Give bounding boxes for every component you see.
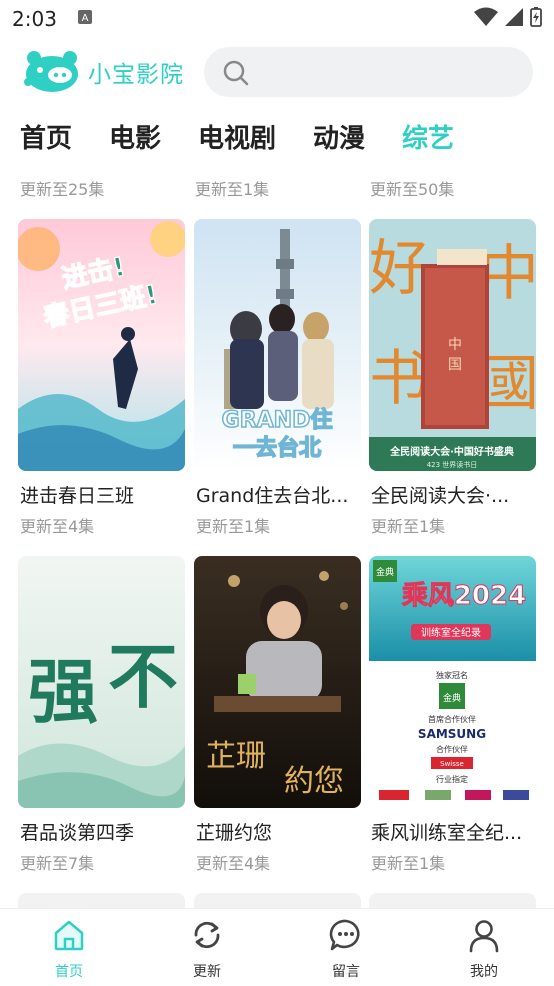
svg-text:强: 强 bbox=[28, 650, 98, 733]
card-update-text: 更新至4集 bbox=[20, 517, 95, 536]
svg-text:训练室全纪录: 训练室全纪录 bbox=[421, 626, 481, 639]
app-header: 小宝影院 bbox=[0, 44, 554, 100]
card-title: 乘风训练室全纪... bbox=[371, 822, 523, 844]
bottom-nav-updates[interactable]: 更新 bbox=[167, 917, 247, 981]
video-card[interactable]: 强 不 君品谈第四季 更新至7集 bbox=[18, 556, 185, 873]
tab-anime[interactable]: 动漫 bbox=[313, 118, 365, 155]
card-update-text: 更新至50集 bbox=[370, 180, 455, 199]
tab-movies[interactable]: 电影 bbox=[109, 118, 161, 155]
bottom-nav: 首页 更新 留言 我的 bbox=[0, 908, 554, 986]
home-icon[interactable] bbox=[51, 920, 87, 957]
bottom-nav-label: 我的 bbox=[470, 964, 498, 980]
video-poster[interactable]: 金典 乘风2024 训练室全纪录 独家冠名 金典 首席合作伙伴 SAMSUNG … bbox=[369, 556, 536, 808]
video-card[interactable]: 芷珊 約您 芷珊约您 更新至4集 bbox=[194, 556, 361, 873]
signal-icon bbox=[504, 7, 524, 31]
card-update-text: 更新至25集 bbox=[20, 180, 105, 199]
svg-text:A: A bbox=[82, 13, 89, 24]
video-card[interactable]: GRAND住 一去台北 Grand住去台北... 更新至1集 bbox=[194, 219, 361, 536]
svg-text:金典: 金典 bbox=[443, 692, 461, 704]
card-update-text: 更新至1集 bbox=[371, 517, 446, 536]
bottom-nav-label: 更新 bbox=[193, 964, 221, 980]
svg-text:中: 中 bbox=[448, 337, 462, 353]
card-update-text: 更新至7集 bbox=[20, 854, 95, 873]
battery-icon bbox=[530, 7, 542, 31]
card-title: 全民阅读大会·... bbox=[371, 485, 510, 507]
card-title: 进击春日三班 bbox=[20, 485, 135, 507]
svg-text:約您: 約您 bbox=[284, 764, 344, 799]
tab-home[interactable]: 首页 bbox=[20, 118, 72, 155]
svg-text:不: 不 bbox=[108, 635, 178, 718]
video-card[interactable]: 金典 乘风2024 训练室全纪录 独家冠名 金典 首席合作伙伴 SAMSUNG … bbox=[369, 556, 536, 873]
card-update-text: 更新至4集 bbox=[196, 854, 271, 873]
svg-text:Swisse: Swisse bbox=[440, 760, 464, 768]
bottom-nav-label: 首页 bbox=[55, 964, 83, 980]
video-poster[interactable]: 芷珊 約您 bbox=[194, 556, 361, 808]
tab-tv-series[interactable]: 电视剧 bbox=[198, 118, 276, 155]
card-title: 君品谈第四季 bbox=[20, 822, 135, 844]
video-poster[interactable]: 强 不 bbox=[18, 556, 185, 808]
bottom-nav-home[interactable]: 首页 bbox=[29, 917, 109, 981]
status-bar: 2:03 A bbox=[0, 0, 554, 38]
message-icon[interactable] bbox=[328, 919, 364, 957]
svg-text:合作伙伴: 合作伙伴 bbox=[436, 744, 468, 754]
search-input[interactable] bbox=[204, 47, 533, 97]
svg-text:好: 好 bbox=[369, 234, 429, 304]
refresh-icon[interactable] bbox=[189, 921, 225, 957]
card-update-text: 更新至1集 bbox=[196, 517, 271, 536]
notification-icon: A bbox=[77, 9, 93, 29]
wifi-icon bbox=[474, 7, 498, 31]
tab-variety[interactable]: 综艺 bbox=[402, 118, 454, 155]
status-time: 2:03 bbox=[12, 7, 57, 31]
svg-text:独家冠名: 独家冠名 bbox=[436, 670, 468, 680]
svg-text:GRAND住: GRAND住 bbox=[222, 407, 333, 433]
user-icon[interactable] bbox=[466, 920, 502, 957]
svg-text:一去台北: 一去台北 bbox=[233, 435, 321, 461]
svg-text:行业指定: 行业指定 bbox=[436, 774, 468, 784]
svg-text:金典: 金典 bbox=[376, 566, 394, 578]
video-poster[interactable]: 进击! 春日三班! bbox=[18, 219, 185, 471]
poster-band-text: 全民阅读大会·中国好书盛典 bbox=[389, 445, 514, 458]
card-update-text: 更新至1集 bbox=[371, 854, 446, 873]
svg-text:芷珊: 芷珊 bbox=[206, 739, 266, 774]
svg-text:书: 书 bbox=[369, 344, 429, 414]
category-tabs: 首页 电影 电视剧 动漫 综艺 bbox=[0, 112, 554, 162]
svg-text:国: 国 bbox=[448, 357, 462, 373]
card-title: 芷珊约您 bbox=[196, 822, 273, 844]
card-update-text: 更新至1集 bbox=[195, 180, 270, 199]
poster-band-subtext: 423 世界读书日 bbox=[427, 460, 478, 469]
app-name: 小宝影院 bbox=[88, 62, 184, 88]
bottom-nav-messages[interactable]: 留言 bbox=[306, 917, 386, 981]
video-poster[interactable]: 好 中 书 國 中 国 全民阅读大会·中国好书盛典 423 世界读书日 bbox=[369, 219, 536, 471]
search-icon[interactable] bbox=[222, 59, 250, 91]
pig-logo-icon bbox=[24, 51, 78, 92]
svg-text:首席合作伙伴: 首席合作伙伴 bbox=[428, 714, 476, 724]
bottom-nav-profile[interactable]: 我的 bbox=[444, 917, 524, 981]
svg-text:SAMSUNG: SAMSUNG bbox=[418, 727, 486, 741]
bottom-nav-label: 留言 bbox=[332, 964, 360, 980]
video-card[interactable]: 好 中 书 國 中 国 全民阅读大会·中国好书盛典 423 世界读书日 全民阅读… bbox=[369, 219, 536, 536]
app-logo: 小宝影院 bbox=[20, 48, 184, 96]
video-card[interactable]: 进击! 春日三班! 进击春日三班 更新至4集 bbox=[18, 219, 185, 536]
video-poster[interactable]: GRAND住 一去台北 bbox=[194, 219, 361, 471]
svg-text:乘风2024: 乘风2024 bbox=[401, 581, 526, 611]
card-title: Grand住去台北... bbox=[196, 485, 349, 507]
